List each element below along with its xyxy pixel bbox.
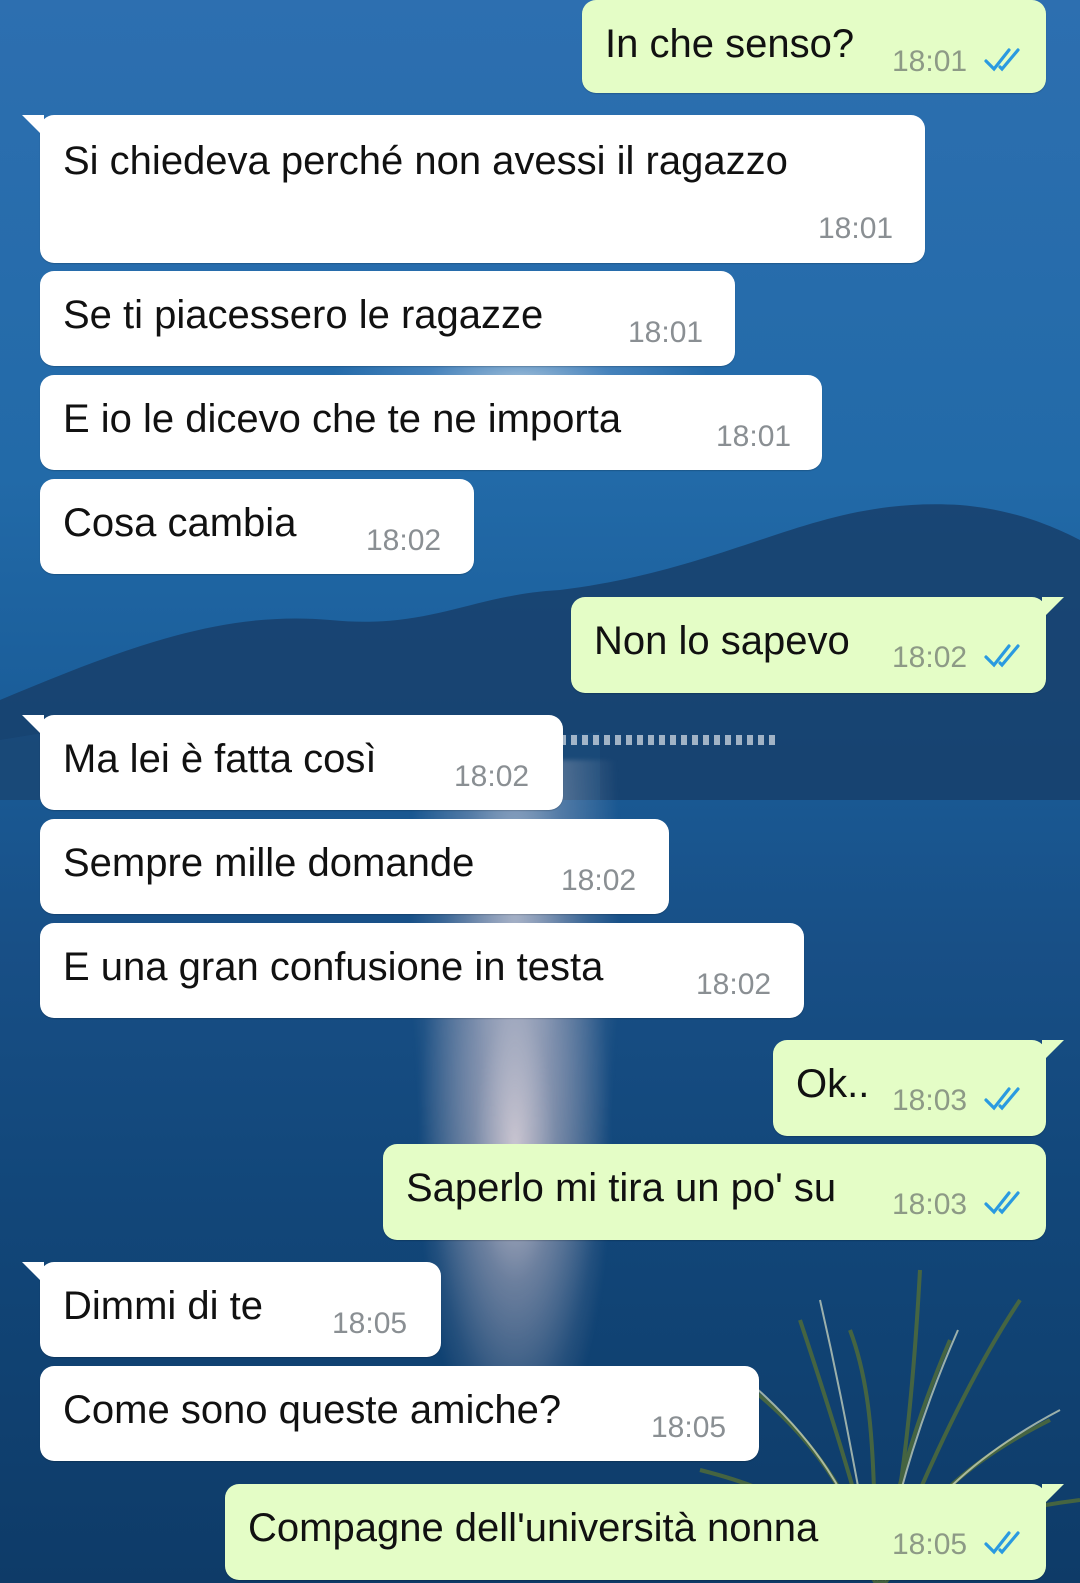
bubble-tail [1042, 1484, 1064, 1506]
message-text: Dimmi di te [63, 1284, 264, 1328]
bubble-tail [22, 715, 44, 737]
message-time: 18:02 [561, 864, 637, 897]
message-text: E una gran confusione in testa [63, 945, 604, 989]
message-time: 18:01 [892, 45, 968, 78]
message-text: Ma lei è fatta così [63, 737, 377, 781]
message-bubble-incoming[interactable]: Ma lei è fatta così 18:02 [22, 715, 563, 810]
message-time: 18:01 [628, 316, 704, 349]
double-check-icon [984, 48, 1020, 72]
message-bubble-outgoing[interactable]: Non lo sapevo 18:02 [571, 597, 1064, 693]
message-text: Non lo sapevo [594, 619, 850, 663]
double-check-icon [984, 644, 1020, 668]
message-text: Si chiedeva perché non avessi il ragazzo [63, 139, 788, 183]
bubble-tail [22, 1262, 44, 1284]
message-bubble-incoming[interactable]: Dimmi di te 18:05 [22, 1262, 441, 1357]
message-time: 18:05 [892, 1528, 968, 1561]
message-bubble-incoming[interactable]: Come sono queste amiche? 18:05 [40, 1366, 759, 1461]
message-bubble-incoming[interactable]: Si chiedeva perché non avessi il ragazzo… [22, 115, 925, 263]
message-time: 18:02 [366, 524, 442, 557]
message-bubble-incoming[interactable]: E una gran confusione in testa 18:02 [40, 923, 804, 1018]
message-text: Cosa cambia [63, 501, 297, 545]
message-bubble-outgoing[interactable]: In che senso? 18:01 [582, 0, 1046, 93]
message-bubble-incoming[interactable]: Cosa cambia 18:02 [40, 479, 474, 574]
message-time: 18:05 [332, 1307, 408, 1340]
message-bubble-outgoing[interactable]: Saperlo mi tira un po' su 18:03 [383, 1144, 1046, 1240]
message-text: Compagne dell'università nonna [248, 1506, 819, 1550]
bubble-tail [1042, 597, 1064, 619]
message-time: 18:01 [716, 420, 792, 453]
message-bubble-outgoing[interactable]: Ok.. 18:03 [773, 1040, 1064, 1136]
message-bubble-incoming[interactable]: E io le dicevo che te ne importa 18:01 [40, 375, 822, 470]
message-time: 18:01 [818, 212, 894, 245]
message-time: 18:03 [892, 1188, 968, 1221]
bubble-tail [22, 115, 44, 137]
double-check-icon [984, 1191, 1020, 1215]
message-time: 18:02 [696, 968, 772, 1001]
message-time: 18:02 [454, 760, 530, 793]
message-text: E io le dicevo che te ne importa [63, 397, 622, 441]
message-text: Saperlo mi tira un po' su [406, 1166, 837, 1210]
double-check-icon [984, 1087, 1020, 1111]
message-text: Sempre mille domande [63, 841, 475, 885]
bubble-tail [1042, 1040, 1064, 1062]
double-check-icon [984, 1531, 1020, 1555]
message-time: 18:05 [651, 1411, 727, 1444]
message-text: Come sono queste amiche? [63, 1388, 562, 1432]
message-text: Se ti piacessero le ragazze [63, 293, 544, 337]
message-bubble-incoming[interactable]: Sempre mille domande 18:02 [40, 819, 669, 914]
message-time: 18:03 [892, 1084, 968, 1117]
message-time: 18:02 [892, 641, 968, 674]
message-text: In che senso? [605, 22, 855, 66]
message-bubble-outgoing[interactable]: Compagne dell'università nonna 18:05 [225, 1484, 1064, 1580]
message-text: Ok.. [796, 1062, 870, 1106]
message-list[interactable]: In che senso? 18:01 Si chiedeva perché n… [0, 0, 1080, 1583]
message-bubble-incoming[interactable]: Se ti piacessero le ragazze 18:01 [40, 271, 735, 366]
